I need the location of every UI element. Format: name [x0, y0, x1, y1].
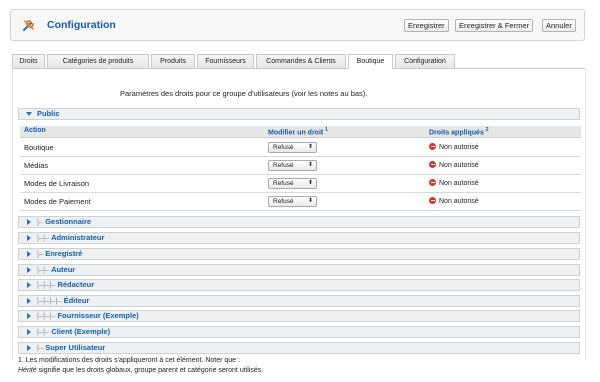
status-text: Non autorisé — [429, 161, 479, 169]
denied-icon — [429, 179, 436, 186]
section-auteur[interactable]: |–|– Auteur — [18, 264, 580, 276]
denied-icon — [429, 161, 436, 168]
expand-arrow-icon — [27, 267, 31, 273]
section-label: Gestionnaire — [45, 217, 92, 226]
page-title: Configuration — [47, 19, 116, 31]
section-public[interactable]: Public — [18, 108, 580, 120]
tab-boutique[interactable]: Boutique — [348, 54, 393, 69]
section-administrateur[interactable]: |–|– Administrateur — [18, 232, 580, 244]
expand-arrow-icon — [27, 345, 31, 351]
action-name: Modes de Livraison — [24, 179, 90, 188]
toolbar-header: Configuration Enregistrer Enregistrer & … — [10, 9, 585, 41]
status-text: Non autorisé — [429, 197, 479, 205]
section-gestionnaire[interactable]: |– Gestionnaire — [18, 216, 580, 228]
section-label: Client (Exemple) — [51, 327, 111, 336]
note-2: Hérité signifie que les droits globaux, … — [18, 367, 264, 374]
tab-produits[interactable]: Produits — [151, 54, 195, 68]
cancel-button[interactable]: Annuler — [542, 19, 576, 32]
expand-arrow-icon — [27, 313, 31, 319]
status-text: Non autorisé — [429, 143, 479, 151]
tab-categories-produits[interactable]: Catégories de produits — [47, 54, 149, 68]
section-super-utilisateur[interactable]: |– Super Utilisateur — [18, 342, 580, 354]
status-text: Non autorisé — [429, 179, 479, 187]
intro-text: Paramètres des droits pour ce groupe d'u… — [120, 89, 368, 98]
section-label: Auteur — [51, 265, 76, 274]
tab-configuration[interactable]: Configuration — [395, 54, 455, 68]
tab-fournisseurs[interactable]: Fournisseurs — [197, 54, 254, 68]
denied-icon — [429, 143, 436, 150]
section-label: Fournisseur (Exemple) — [57, 311, 139, 320]
tools-icon — [22, 20, 34, 32]
section-label: Éditeur — [63, 296, 90, 305]
updown-icon: ⬍ — [307, 162, 313, 168]
table-row: Médias Refusé ⬍ Non autorisé — [20, 157, 581, 175]
updown-icon: ⬍ — [307, 198, 313, 204]
tab-droits[interactable]: Droits — [12, 54, 45, 68]
expand-arrow-icon — [27, 235, 31, 241]
denied-icon — [429, 197, 436, 204]
col-applied: Droits appliqués 2 — [429, 127, 489, 137]
section-label: Rédacteur — [57, 280, 95, 289]
section-editeur[interactable]: |–|–|–|– Éditeur — [18, 295, 580, 307]
expand-arrow-icon — [27, 282, 31, 288]
section-redacteur[interactable]: |–|–|– Rédacteur — [18, 279, 580, 291]
table-row: Boutique Refusé ⬍ Non autorisé — [20, 139, 581, 157]
permission-select[interactable]: Refusé ⬍ — [268, 160, 317, 171]
col-action: Action — [24, 127, 46, 134]
permission-select[interactable]: Refusé ⬍ — [268, 178, 317, 189]
col-modify: Modifier un droit 1 — [268, 127, 328, 137]
collapse-arrow-icon — [26, 112, 32, 116]
section-label: Public — [37, 109, 60, 118]
expand-arrow-icon — [27, 219, 31, 225]
expand-arrow-icon — [27, 329, 31, 335]
save-close-button[interactable]: Enregistrer & Fermer — [455, 19, 534, 32]
permissions-table-header: Action Modifier un droit 1 Droits appliq… — [20, 126, 581, 138]
permission-select[interactable]: Refusé ⬍ — [268, 196, 317, 207]
table-row: Modes de Livraison Refusé ⬍ Non autorisé — [20, 175, 581, 193]
action-name: Modes de Paiement — [24, 197, 91, 206]
section-label: Super Utilisateur — [45, 343, 106, 352]
updown-icon: ⬍ — [307, 180, 313, 186]
expand-arrow-icon — [27, 251, 31, 257]
table-row: Modes de Paiement Refusé ⬍ Non autorisé — [20, 193, 581, 211]
section-fournisseur[interactable]: |–|–|– Fournisseur (Exemple) — [18, 310, 580, 322]
updown-icon: ⬍ — [307, 144, 313, 150]
expand-arrow-icon — [27, 298, 31, 304]
tab-commandes-clients[interactable]: Commandes & Clients — [256, 54, 346, 68]
note-1: 1. Les modifications des droits s'appliq… — [18, 357, 240, 364]
section-enregistre[interactable]: |– Enregistré — [18, 248, 580, 260]
save-button[interactable]: Enregistrer — [404, 19, 449, 32]
section-client[interactable]: |–|– Client (Exemple) — [18, 326, 580, 338]
action-name: Boutique — [24, 143, 54, 152]
permission-select[interactable]: Refusé ⬍ — [268, 142, 317, 153]
action-name: Médias — [24, 161, 49, 170]
section-label: Enregistré — [45, 249, 83, 258]
section-label: Administrateur — [51, 233, 105, 242]
